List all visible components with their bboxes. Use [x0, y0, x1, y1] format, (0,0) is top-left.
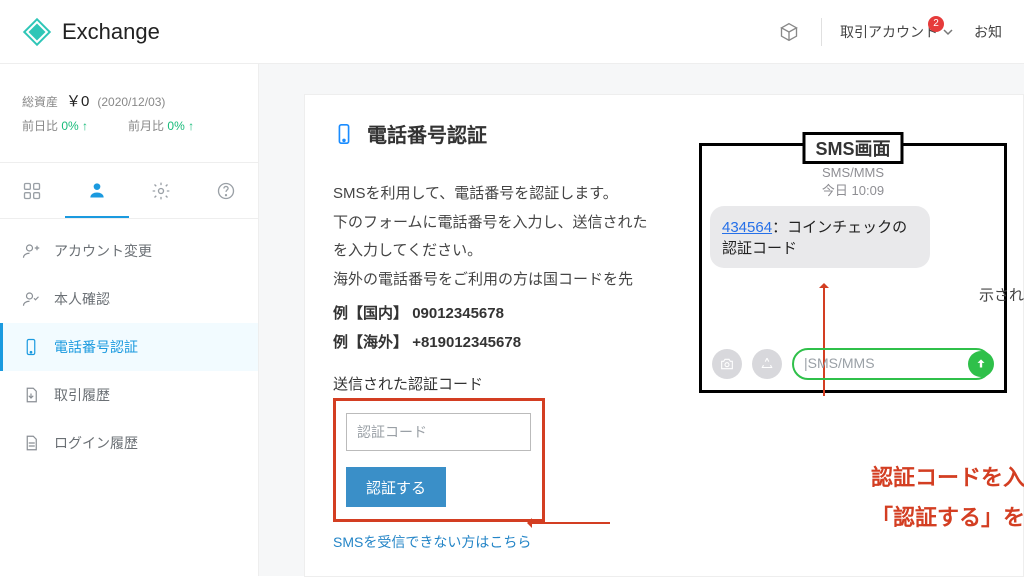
sidebar-tabs: [0, 163, 258, 219]
main-area: 電話番号認証 SMSを利用して、電話番号を認証します。 下のフォームに電話番号を…: [259, 64, 1024, 576]
brand-logo: Exchange: [22, 17, 160, 47]
sidebar-item-label: 取引履歴: [54, 385, 110, 405]
logo-icon: [22, 17, 52, 47]
sms-help-link[interactable]: SMSを受信できない方はこちら: [333, 534, 531, 550]
sidebar-item-phone-verify[interactable]: 電話番号認証: [0, 323, 258, 371]
sms-timestamp: 今日 10:09: [710, 182, 996, 200]
sidebar-item-label: ログイン履歴: [54, 433, 138, 453]
brand-name: Exchange: [62, 19, 160, 45]
verify-button[interactable]: 認証する: [346, 467, 446, 507]
document-download-icon: [22, 386, 40, 404]
tab-account[interactable]: [65, 163, 130, 218]
sms-textfield[interactable]: |SMS/MMS: [792, 348, 992, 380]
desc-line: 下のフォームに電話番号を入力し、送信された: [333, 214, 648, 231]
chevron-down-icon: [942, 26, 954, 38]
sidebar-item-login-history[interactable]: ログイン履歴: [0, 419, 258, 467]
sms-message-bubble: 434564：コインチェックの認証コード: [710, 206, 930, 268]
account-menu[interactable]: 取引アカウント 2: [840, 22, 954, 42]
phone-icon: [333, 123, 355, 145]
sms-compose-row: |SMS/MMS: [710, 348, 996, 380]
sidebar-item-label: 電話番号認証: [54, 337, 138, 357]
example-domestic-label: 例【国内】: [333, 305, 408, 322]
annotation-line1: 認証コードを入力して: [871, 458, 1024, 498]
header-divider: [821, 18, 822, 46]
sidebar: 総資産 ￥0 (2020/12/03) 前日比 0% 前月比 0%: [0, 64, 259, 576]
prev-day-label: 前日比: [22, 119, 58, 133]
sidebar-item-account-change[interactable]: アカウント変更: [0, 227, 258, 275]
assets-value: ￥0: [66, 90, 89, 111]
assets-label: 総資産: [22, 93, 58, 110]
page-title-text: 電話番号認証: [367, 119, 487, 148]
sidebar-item-kyc[interactable]: 本人確認: [0, 275, 258, 323]
app-header: Exchange 取引アカウント 2 お知: [0, 0, 1024, 64]
tab-help[interactable]: [194, 163, 259, 218]
verification-code-input[interactable]: [346, 413, 531, 451]
tab-dashboard[interactable]: [0, 163, 65, 218]
sidebar-item-label: アカウント変更: [54, 241, 152, 261]
sidebar-item-label: 本人確認: [54, 289, 110, 309]
cube-icon[interactable]: [779, 22, 799, 42]
user-plus-icon: [22, 242, 40, 260]
sms-service: SMS/MMS: [710, 164, 996, 182]
user-check-icon: [22, 290, 40, 308]
example-intl-label: 例【海外】: [333, 334, 408, 351]
arrow-to-button-icon: [530, 522, 610, 524]
sidebar-item-trade-history[interactable]: 取引履歴: [0, 371, 258, 419]
cropped-tail-text: 示され: [979, 284, 1024, 305]
sms-textfield-placeholder: SMS/MMS: [808, 355, 875, 371]
assets-summary: 総資産 ￥0 (2020/12/03) 前日比 0% 前月比 0%: [0, 90, 258, 150]
assets-date: (2020/12/03): [97, 95, 165, 109]
account-menu-label: 取引アカウント: [840, 22, 938, 42]
example-intl-value: +819012345678: [412, 334, 521, 351]
sidebar-nav: アカウント変更 本人確認 電話番号認証 取引履歴: [0, 219, 258, 467]
annotation-text: 認証コードを入力して 「認証する」をクリック: [871, 458, 1024, 537]
notification-badge: 2: [928, 16, 944, 32]
phone-icon: [22, 338, 40, 356]
sms-code-link[interactable]: 434564: [722, 219, 772, 236]
tab-settings[interactable]: [129, 163, 194, 218]
appstore-icon[interactable]: [752, 349, 782, 379]
prev-day-pct: 0%: [61, 119, 88, 133]
verify-box: 認証する: [333, 398, 545, 522]
annotation-line2: 「認証する」をクリック: [871, 498, 1024, 538]
header-tail-text: お知: [974, 22, 1002, 42]
prev-month-pct: 0%: [167, 119, 194, 133]
sms-screenshot: SMS画面 SMS/MMS 今日 10:09 434564：コインチェックの認証…: [699, 143, 1007, 393]
example-domestic-value: 09012345678: [412, 305, 504, 322]
document-icon: [22, 434, 40, 452]
camera-icon[interactable]: [712, 349, 742, 379]
prev-month-label: 前月比: [128, 119, 164, 133]
sms-caption: SMS画面: [802, 132, 903, 164]
